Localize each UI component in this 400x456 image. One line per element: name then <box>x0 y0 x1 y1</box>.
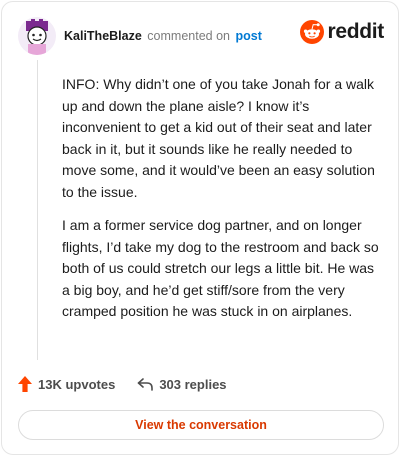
upvote-arrow-icon <box>18 376 32 392</box>
reply-arrow-icon <box>138 378 154 391</box>
comment-body: INFO: Why didn’t one of you take Jonah f… <box>62 74 382 323</box>
comment-header: KaliTheBlaze commented on post reddit <box>18 16 384 56</box>
view-conversation-button[interactable]: View the conversation <box>18 410 384 440</box>
reddit-logo[interactable]: reddit <box>300 20 384 44</box>
upvotes-count: 13K upvotes <box>38 376 116 392</box>
upvotes-stat[interactable]: 13K upvotes <box>18 376 115 392</box>
reddit-snoo-icon <box>300 20 325 44</box>
reddit-wordmark: reddit <box>327 20 384 43</box>
embedded-comment-card: KaliTheBlaze commented on post reddit IN… <box>1 1 399 455</box>
user-avatar[interactable] <box>18 17 56 55</box>
thread-line <box>37 60 38 360</box>
action-text: commented on <box>147 29 230 43</box>
byline: KaliTheBlaze commented on post <box>64 28 262 44</box>
username-link[interactable]: KaliTheBlaze <box>64 29 142 43</box>
post-link[interactable]: post <box>235 29 261 43</box>
replies-stat[interactable]: 303 replies <box>137 376 227 392</box>
comment-footer: 13K upvotes 303 replies <box>18 374 227 394</box>
comment-paragraph: I am a former service dog partner, and o… <box>62 217 379 319</box>
replies-count: 303 replies <box>159 376 227 392</box>
comment-paragraph: INFO: Why didn’t one of you take Jonah f… <box>62 76 375 200</box>
